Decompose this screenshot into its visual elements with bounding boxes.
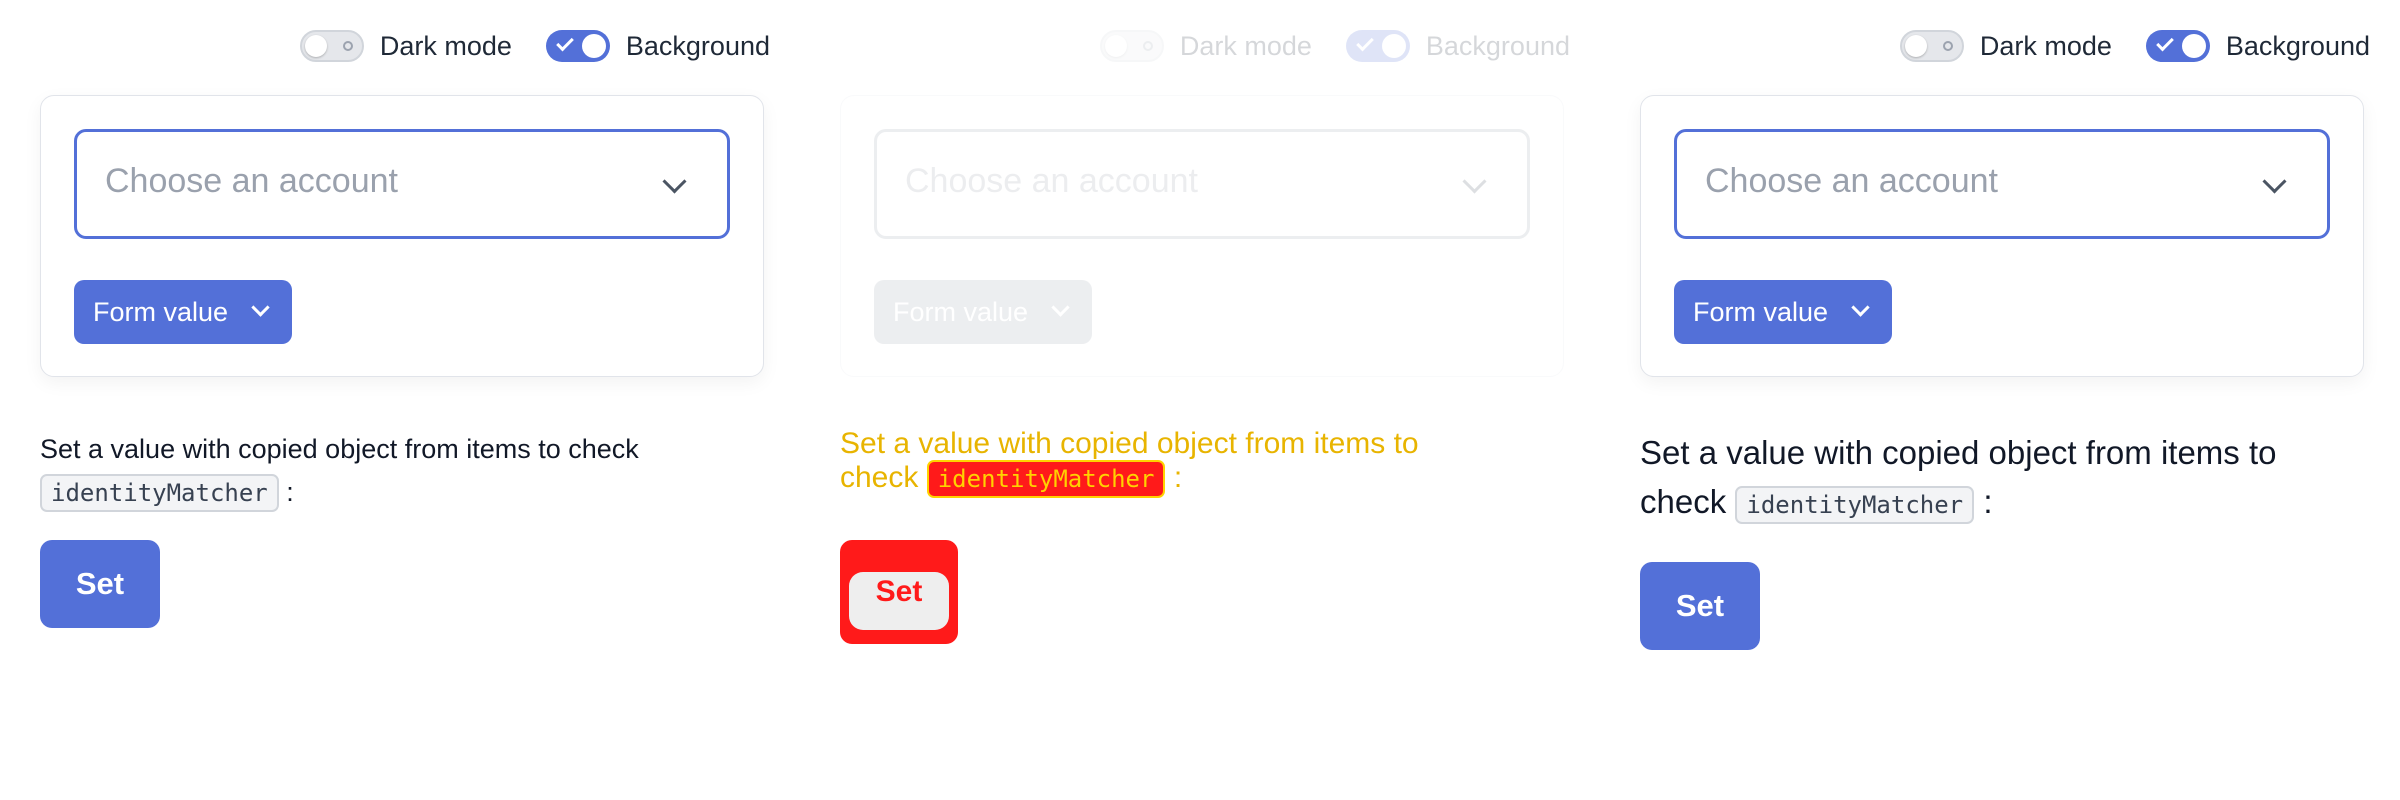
dark-mode-toggle[interactable]: Dark mode [1899,30,2112,62]
dark-mode-label: Dark mode [1179,30,1312,61]
form-value-button[interactable]: Form value [1674,280,1893,344]
instruction-suffix: : [1173,461,1183,494]
set-button[interactable]: Set [40,540,160,628]
form-value-button[interactable]: Form value [74,280,293,344]
account-select-placeholder: Choose an account [105,162,398,200]
account-select[interactable]: Choose an account [74,129,730,239]
checkmark-icon [556,33,574,52]
account-select-placeholder: Choose an account [1705,162,1998,200]
form-value-label: Form value [93,297,229,327]
instruction-text: Set a value with copied object from item… [1640,428,2340,526]
checkmark-icon [2156,33,2174,52]
dark-mode-label: Dark mode [379,30,512,61]
account-select-placeholder: Choose an account [905,162,1198,200]
background-switch[interactable] [545,30,610,62]
form-card: Choose an account Form value [40,95,764,377]
background-toggle[interactable]: Background [1345,30,1570,62]
demo-panel-left: Dark mode Background Choose an account F… [40,0,770,800]
form-card: Choose an account Form value [840,95,1564,377]
toggle-bar: Dark mode Background [299,30,770,62]
checkmark-icon [1356,33,1374,52]
demo-panel-right: Dark mode Background Choose an account F… [1640,0,2370,800]
account-select[interactable]: Choose an account [874,129,1530,239]
toggle-bar: Dark mode Background [1099,30,1570,62]
background-switch[interactable] [2145,30,2210,62]
form-value-button[interactable]: Form value [874,280,1093,344]
form-value-label: Form value [1693,297,1829,327]
set-button-label: Set [849,572,949,630]
form-card: Choose an account Form value [1640,95,2364,377]
chevron-down-icon [1051,298,1070,317]
chevron-down-icon [251,298,270,317]
instruction-sentence: Set a value with copied object from item… [40,434,639,464]
instruction-suffix: : [1983,483,1993,520]
dark-mode-switch[interactable] [1899,30,1964,62]
instruction-suffix: : [286,477,294,507]
background-label: Background [2225,30,2370,61]
chevron-down-icon [2262,169,2287,194]
set-button[interactable]: Set [1640,562,1760,650]
demo-panel-middle: Dark mode Background Choose an account F… [840,0,1570,800]
form-value-label: Form value [893,297,1029,327]
chevron-down-icon [1851,298,1870,317]
chevron-down-icon [662,169,687,194]
dark-mode-toggle[interactable]: Dark mode [299,30,512,62]
chevron-down-icon [1462,169,1487,194]
dark-mode-switch[interactable] [1099,30,1164,62]
instruction-text: Set a value with copied object from item… [40,428,740,514]
background-toggle[interactable]: Background [2145,30,2370,62]
background-toggle[interactable]: Background [545,30,770,62]
background-label: Background [1425,30,1570,61]
background-switch[interactable] [1345,30,1410,62]
background-label: Background [625,30,770,61]
code-identity-matcher: identityMatcher [40,474,279,512]
dark-mode-switch[interactable] [299,30,364,62]
toggle-bar: Dark mode Background [1899,30,2370,62]
code-identity-matcher: identityMatcher [926,460,1166,498]
set-button[interactable]: Set [840,540,958,644]
code-identity-matcher: identityMatcher [1735,486,1975,524]
instruction-text: Set a value with copied object from item… [840,428,1500,498]
dark-mode-label: Dark mode [1979,30,2112,61]
dark-mode-toggle[interactable]: Dark mode [1099,30,1312,62]
account-select[interactable]: Choose an account [1674,129,2330,239]
